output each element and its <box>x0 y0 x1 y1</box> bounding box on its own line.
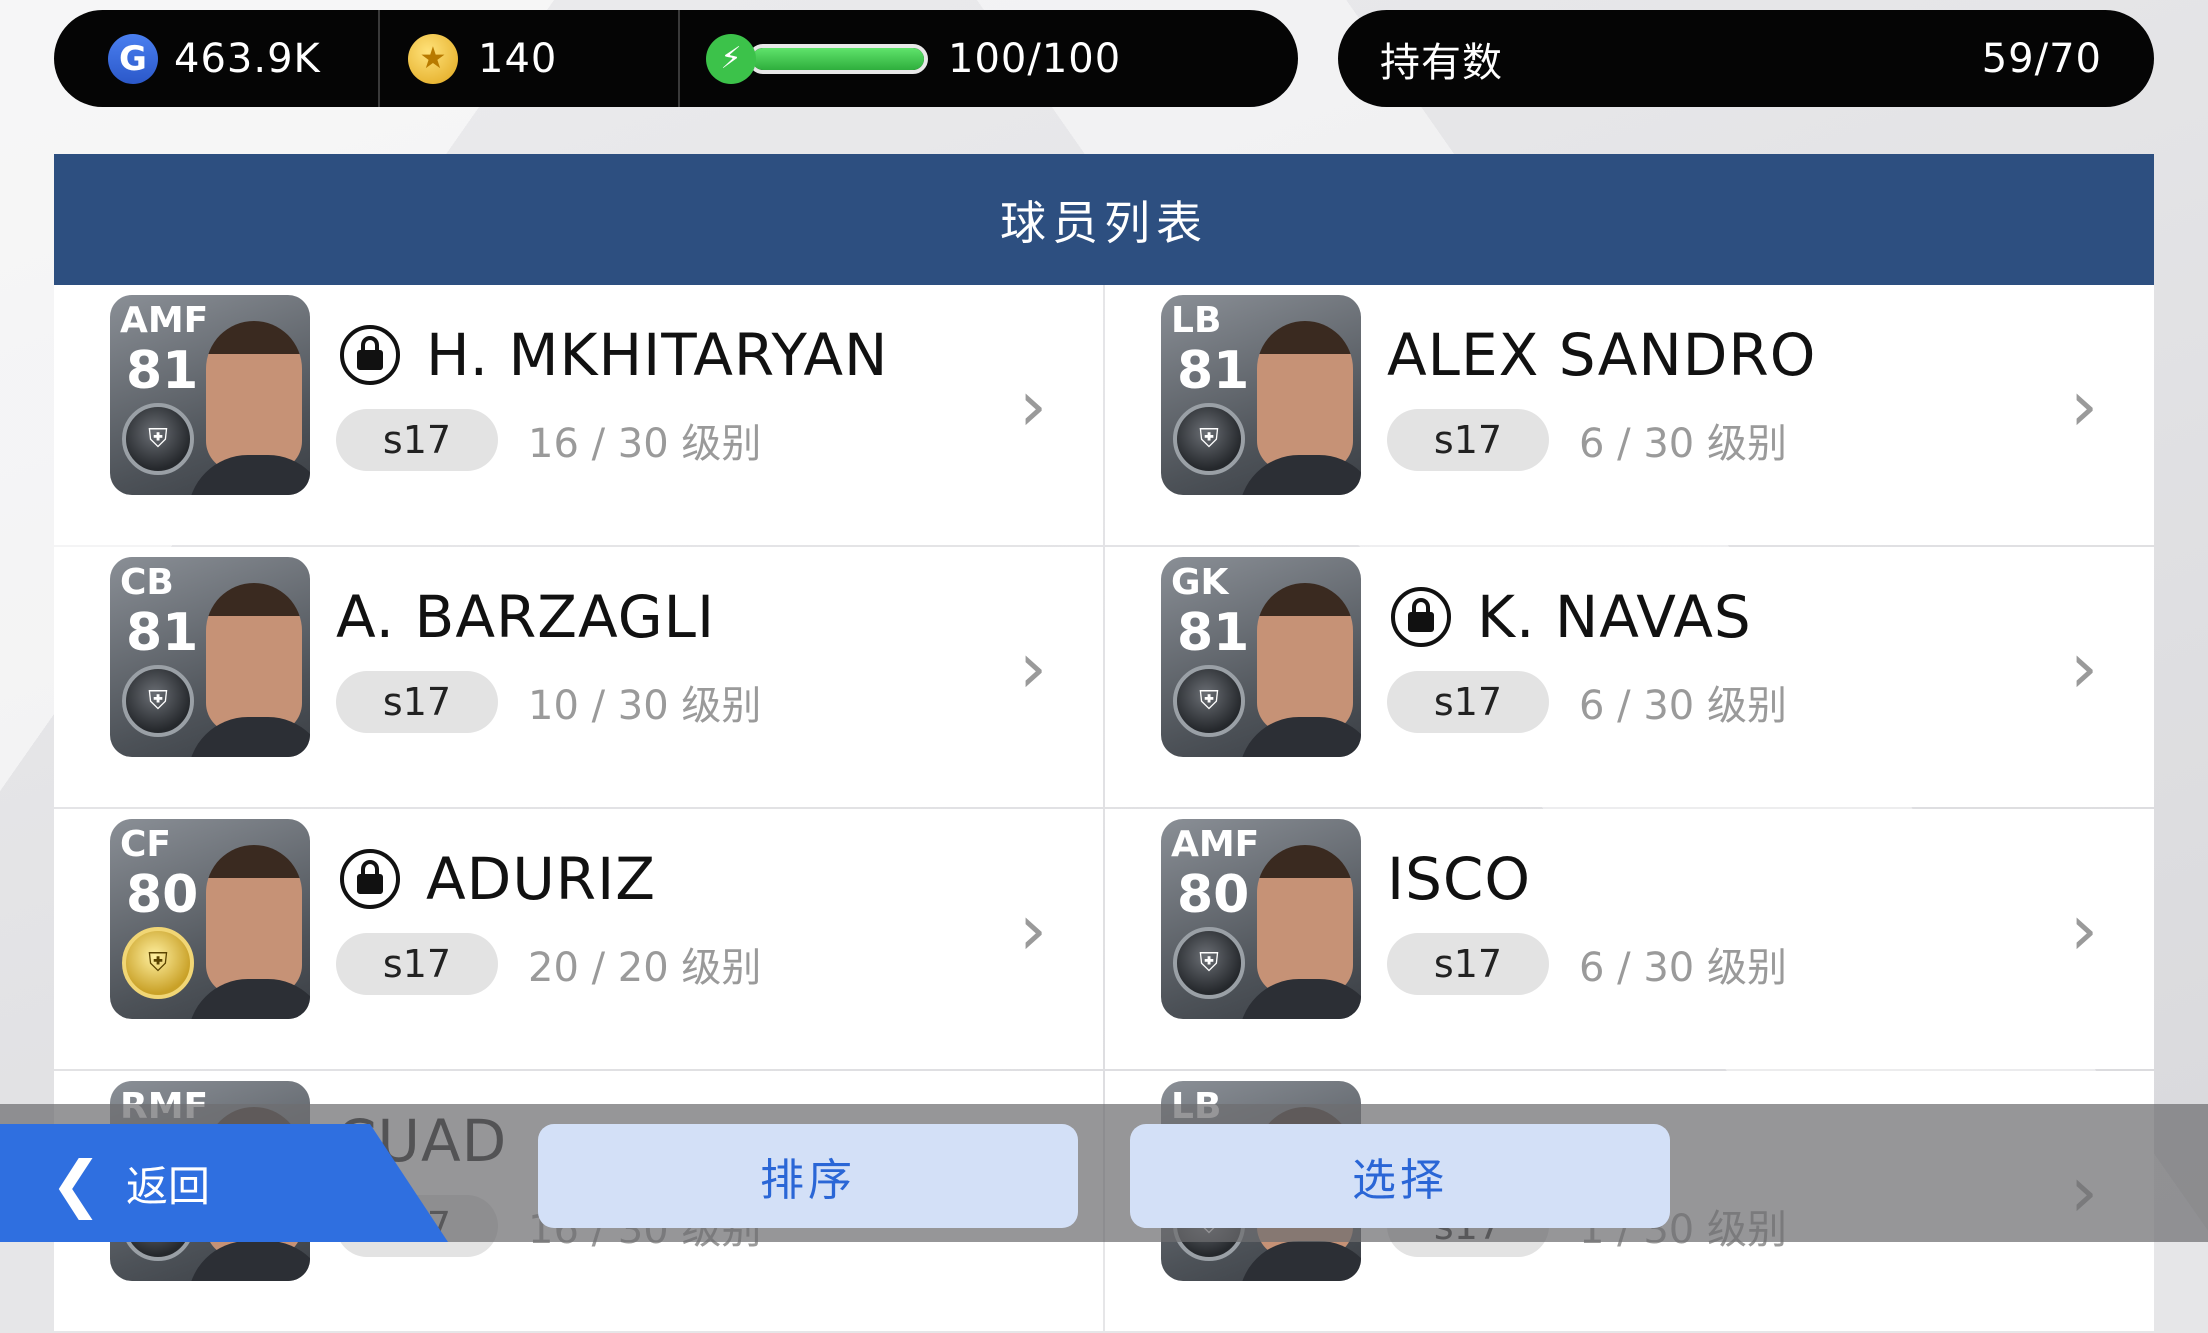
player-name: ADURIZ <box>426 845 656 913</box>
player-rating: 81 <box>1177 603 1250 663</box>
player-position: LB <box>1171 300 1222 341</box>
player-name: H. MKHITARYAN <box>426 321 889 389</box>
season-tag: s17 <box>336 933 498 995</box>
player-portrait-shoulders <box>1239 717 1361 757</box>
season-tag: s17 <box>1387 409 1549 471</box>
player-rating: 80 <box>1177 865 1250 925</box>
player-portrait-shoulders <box>188 1241 310 1281</box>
player-name: K. NAVAS <box>1477 583 1752 651</box>
player-list-item[interactable]: GK 81 ⛨ K. NAVAS s17 6 / 30 级别 › <box>1105 547 2154 807</box>
player-list-item[interactable]: CF 80 ⛨ ADURIZ s17 20 / 20 级别 › <box>54 809 1103 1069</box>
gp-segment: G 463.9K <box>54 10 380 107</box>
player-portrait-shoulders <box>188 979 310 1019</box>
lightning-icon: ⚡ <box>706 33 756 84</box>
lock-icon <box>340 325 400 385</box>
lock-icon <box>1391 587 1451 647</box>
coin-value: 140 <box>478 35 558 82</box>
player-level: 20 / 20 级别 <box>528 945 762 991</box>
player-level: 6 / 30 级别 <box>1579 421 1787 467</box>
player-position: AMF <box>1171 824 1260 865</box>
star-coin-icon: ★ <box>408 33 458 84</box>
player-list-item[interactable]: CB 81 ⛨ A. BARZAGLI s17 10 / 30 级别 › <box>54 547 1103 807</box>
chevron-right-icon: › <box>1019 365 1047 447</box>
season-tag: s17 <box>1387 933 1549 995</box>
player-list-item[interactable]: AMF 81 ⛨ H. MKHITARYAN s17 16 / 30 级别 › <box>54 285 1103 545</box>
player-list-item[interactable]: LB 81 ⛨ ALEX SANDRO s17 6 / 30 级别 › <box>1105 285 2154 545</box>
player-portrait-shoulders <box>1239 979 1361 1019</box>
club-badge-icon: ⛨ <box>1173 927 1245 999</box>
gp-value: 463.9K <box>174 35 321 82</box>
energy-segment: ⚡ 100/100 <box>680 10 1121 107</box>
season-tag: s17 <box>336 671 498 733</box>
coin-segment: ★ 140 <box>380 10 680 107</box>
player-row: AMF 81 ⛨ H. MKHITARYAN s17 16 / 30 级别 › LB 81 ⛨ AL… <box>54 285 2154 547</box>
currency-bar: G 463.9K ★ 140 ⚡ 100/100 <box>54 10 1298 107</box>
chevron-right-icon: › <box>2070 365 2098 447</box>
sort-label: 排序 <box>760 1155 856 1206</box>
player-portrait <box>206 845 302 995</box>
player-card: CB 81 ⛨ <box>110 557 310 757</box>
player-rating: 81 <box>126 603 199 663</box>
club-badge-icon: ⛨ <box>122 927 194 999</box>
chevron-right-icon: › <box>1019 627 1047 709</box>
player-portrait-shoulders <box>188 455 310 495</box>
player-card: LB 81 ⛨ <box>1161 295 1361 495</box>
player-portrait <box>1257 845 1353 995</box>
player-name: A. BARZAGLI <box>336 583 716 651</box>
player-list-item[interactable]: AMF 80 ⛨ ISCO s17 6 / 30 级别 › <box>1105 809 2154 1069</box>
season-tag: s17 <box>1387 671 1549 733</box>
owned-label: 持有数 <box>1380 39 1503 86</box>
player-portrait-shoulders <box>1239 455 1361 495</box>
player-rating: 81 <box>1177 341 1250 401</box>
club-badge-icon: ⛨ <box>1173 665 1245 737</box>
player-level: 16 / 30 级别 <box>528 421 762 467</box>
energy-bar <box>748 43 928 74</box>
player-portrait <box>1257 583 1353 733</box>
owned-value: 59/70 <box>1981 35 2102 82</box>
player-card: AMF 81 ⛨ <box>110 295 310 495</box>
player-level: 10 / 30 级别 <box>528 683 762 729</box>
lock-icon <box>340 849 400 909</box>
player-portrait <box>206 583 302 733</box>
player-card: CF 80 ⛨ <box>110 819 310 1019</box>
g-currency-icon: G <box>108 33 158 84</box>
club-badge-icon: ⛨ <box>122 403 194 475</box>
player-position: AMF <box>120 300 209 341</box>
player-name: ALEX SANDRO <box>1387 321 1817 389</box>
page-title: 球员列表 <box>54 154 2154 285</box>
energy-value: 100/100 <box>948 35 1122 82</box>
player-name: ISCO <box>1387 845 1532 913</box>
player-row: CF 80 ⛨ ADURIZ s17 20 / 20 级别 › AMF 80 ⛨ ISCO s17 6 … <box>54 809 2154 1071</box>
chevron-right-icon: › <box>2070 627 2098 709</box>
chevron-right-icon: › <box>2070 889 2098 971</box>
player-list: AMF 81 ⛨ H. MKHITARYAN s17 16 / 30 级别 › LB 81 ⛨ AL… <box>54 285 2154 1331</box>
back-label: 返回 <box>125 1161 210 1211</box>
sort-button[interactable]: 排序 <box>538 1124 1078 1228</box>
chevron-right-icon: › <box>1019 889 1047 971</box>
player-card: GK 81 ⛨ <box>1161 557 1361 757</box>
player-position: GK <box>1171 562 1229 603</box>
season-tag: s17 <box>336 409 498 471</box>
player-position: CF <box>120 824 172 865</box>
energy-fill <box>752 47 924 70</box>
player-portrait <box>206 321 302 471</box>
select-label: 选择 <box>1352 1155 1448 1206</box>
player-portrait <box>1257 321 1353 471</box>
club-badge-icon: ⛨ <box>122 665 194 737</box>
club-badge-icon: ⛨ <box>1173 403 1245 475</box>
select-button[interactable]: 选择 <box>1130 1124 1670 1228</box>
player-row: CB 81 ⛨ A. BARZAGLI s17 10 / 30 级别 › GK 81 ⛨ K. NA… <box>54 547 2154 809</box>
player-position: CB <box>120 562 174 603</box>
owned-count-bar: 持有数 59/70 <box>1338 10 2154 107</box>
player-card: AMF 80 ⛨ <box>1161 819 1361 1019</box>
player-level: 6 / 30 级别 <box>1579 683 1787 729</box>
player-rating: 80 <box>126 865 199 925</box>
player-portrait-shoulders <box>1239 1241 1361 1281</box>
back-button[interactable]: ❮ 返回 <box>0 1124 448 1242</box>
chevron-left-icon: ❮ <box>50 1146 102 1220</box>
player-rating: 81 <box>126 341 199 401</box>
player-portrait-shoulders <box>188 717 310 757</box>
player-level: 6 / 30 级别 <box>1579 945 1787 991</box>
